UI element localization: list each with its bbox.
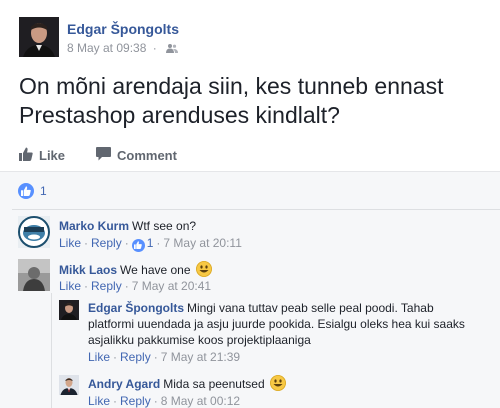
like-button[interactable]: Like bbox=[19, 147, 65, 164]
reply-actions: Like · Reply · 8 May at 00:12 bbox=[88, 394, 241, 408]
post-timestamp[interactable]: 8 May at 09:38 bbox=[67, 41, 146, 55]
reactions-summary[interactable]: 1 bbox=[18, 183, 47, 199]
post-text: On mõni arendaja siin, kes tunneb ennast… bbox=[19, 73, 444, 128]
replier-avatar[interactable] bbox=[59, 300, 79, 320]
comment-actions: Like · Reply · 7 May at 20:41 bbox=[59, 279, 212, 293]
comment-icon bbox=[96, 147, 111, 164]
replier-avatar[interactable] bbox=[59, 375, 79, 395]
reply-like-link[interactable]: Like bbox=[88, 394, 110, 408]
like-button-label: Like bbox=[39, 148, 66, 163]
post-author-name[interactable]: Edgar Špongolts bbox=[67, 21, 179, 37]
comment-actions: Like · Reply · 1 · 7 May at 20:11 bbox=[59, 236, 242, 252]
comment-text-block: Mikk Laos We have one bbox=[59, 261, 479, 278]
comment-reply-link[interactable]: Reply bbox=[91, 236, 122, 250]
like-reaction-icon bbox=[18, 183, 34, 199]
comment-author[interactable]: Mikk Laos bbox=[59, 263, 117, 277]
comment-like-link[interactable]: Like bbox=[59, 236, 81, 250]
author-avatar[interactable] bbox=[19, 17, 59, 57]
reply-like-link[interactable]: Like bbox=[88, 350, 110, 364]
smile-emoji-icon bbox=[195, 261, 212, 277]
post-meta: 8 May at 09:38 · bbox=[67, 41, 179, 56]
comment-button[interactable]: Comment bbox=[96, 147, 177, 164]
comment-author[interactable]: Marko Kurm bbox=[59, 219, 129, 233]
reply-author[interactable]: Andry Agard bbox=[88, 377, 160, 391]
comment-text-block: Marko Kurm Wtf see on? bbox=[59, 218, 479, 234]
comment-time[interactable]: 7 May at 20:11 bbox=[163, 236, 242, 250]
reply-time[interactable]: 7 May at 21:39 bbox=[161, 350, 240, 364]
reply-time[interactable]: 8 May at 00:12 bbox=[161, 394, 240, 408]
comment-button-label: Comment bbox=[117, 148, 177, 163]
reactions-divider bbox=[12, 209, 500, 210]
reply-text: Mida sa peenutsed bbox=[163, 377, 265, 391]
reply-reply-link[interactable]: Reply bbox=[120, 394, 151, 408]
reply-text-block: Edgar Špongolts Mingi vana tuttav peab se… bbox=[88, 300, 468, 348]
friends-icon[interactable] bbox=[166, 42, 179, 56]
thumbs-up-icon bbox=[19, 147, 33, 164]
meta-separator: · bbox=[152, 41, 157, 55]
comment-reply-link[interactable]: Reply bbox=[91, 279, 122, 293]
reaction-count: 1 bbox=[40, 184, 47, 198]
comment-like-link[interactable]: Like bbox=[59, 279, 81, 293]
comment-like-count[interactable]: 1 bbox=[147, 236, 154, 250]
reply-text-block: Andry Agard Mida sa peenutsed bbox=[88, 375, 468, 392]
comment-text: Wtf see on? bbox=[132, 219, 197, 233]
commenter-avatar[interactable] bbox=[18, 216, 50, 248]
comment-text: We have one bbox=[120, 263, 191, 277]
reply-author[interactable]: Edgar Špongolts bbox=[88, 301, 184, 315]
reply-thread-line bbox=[51, 293, 52, 408]
feedback-area: 1 Marko Kurm Wtf see on? Like · Reply · 1 · 7 M… bbox=[0, 172, 500, 408]
smile-emoji-icon bbox=[269, 375, 286, 391]
comment-time[interactable]: 7 May at 20:41 bbox=[132, 279, 211, 293]
commenter-avatar[interactable] bbox=[18, 259, 50, 291]
reply-reply-link[interactable]: Reply bbox=[120, 350, 151, 364]
mini-like-icon bbox=[131, 238, 145, 252]
reply-actions: Like · Reply · 7 May at 21:39 bbox=[88, 350, 241, 364]
